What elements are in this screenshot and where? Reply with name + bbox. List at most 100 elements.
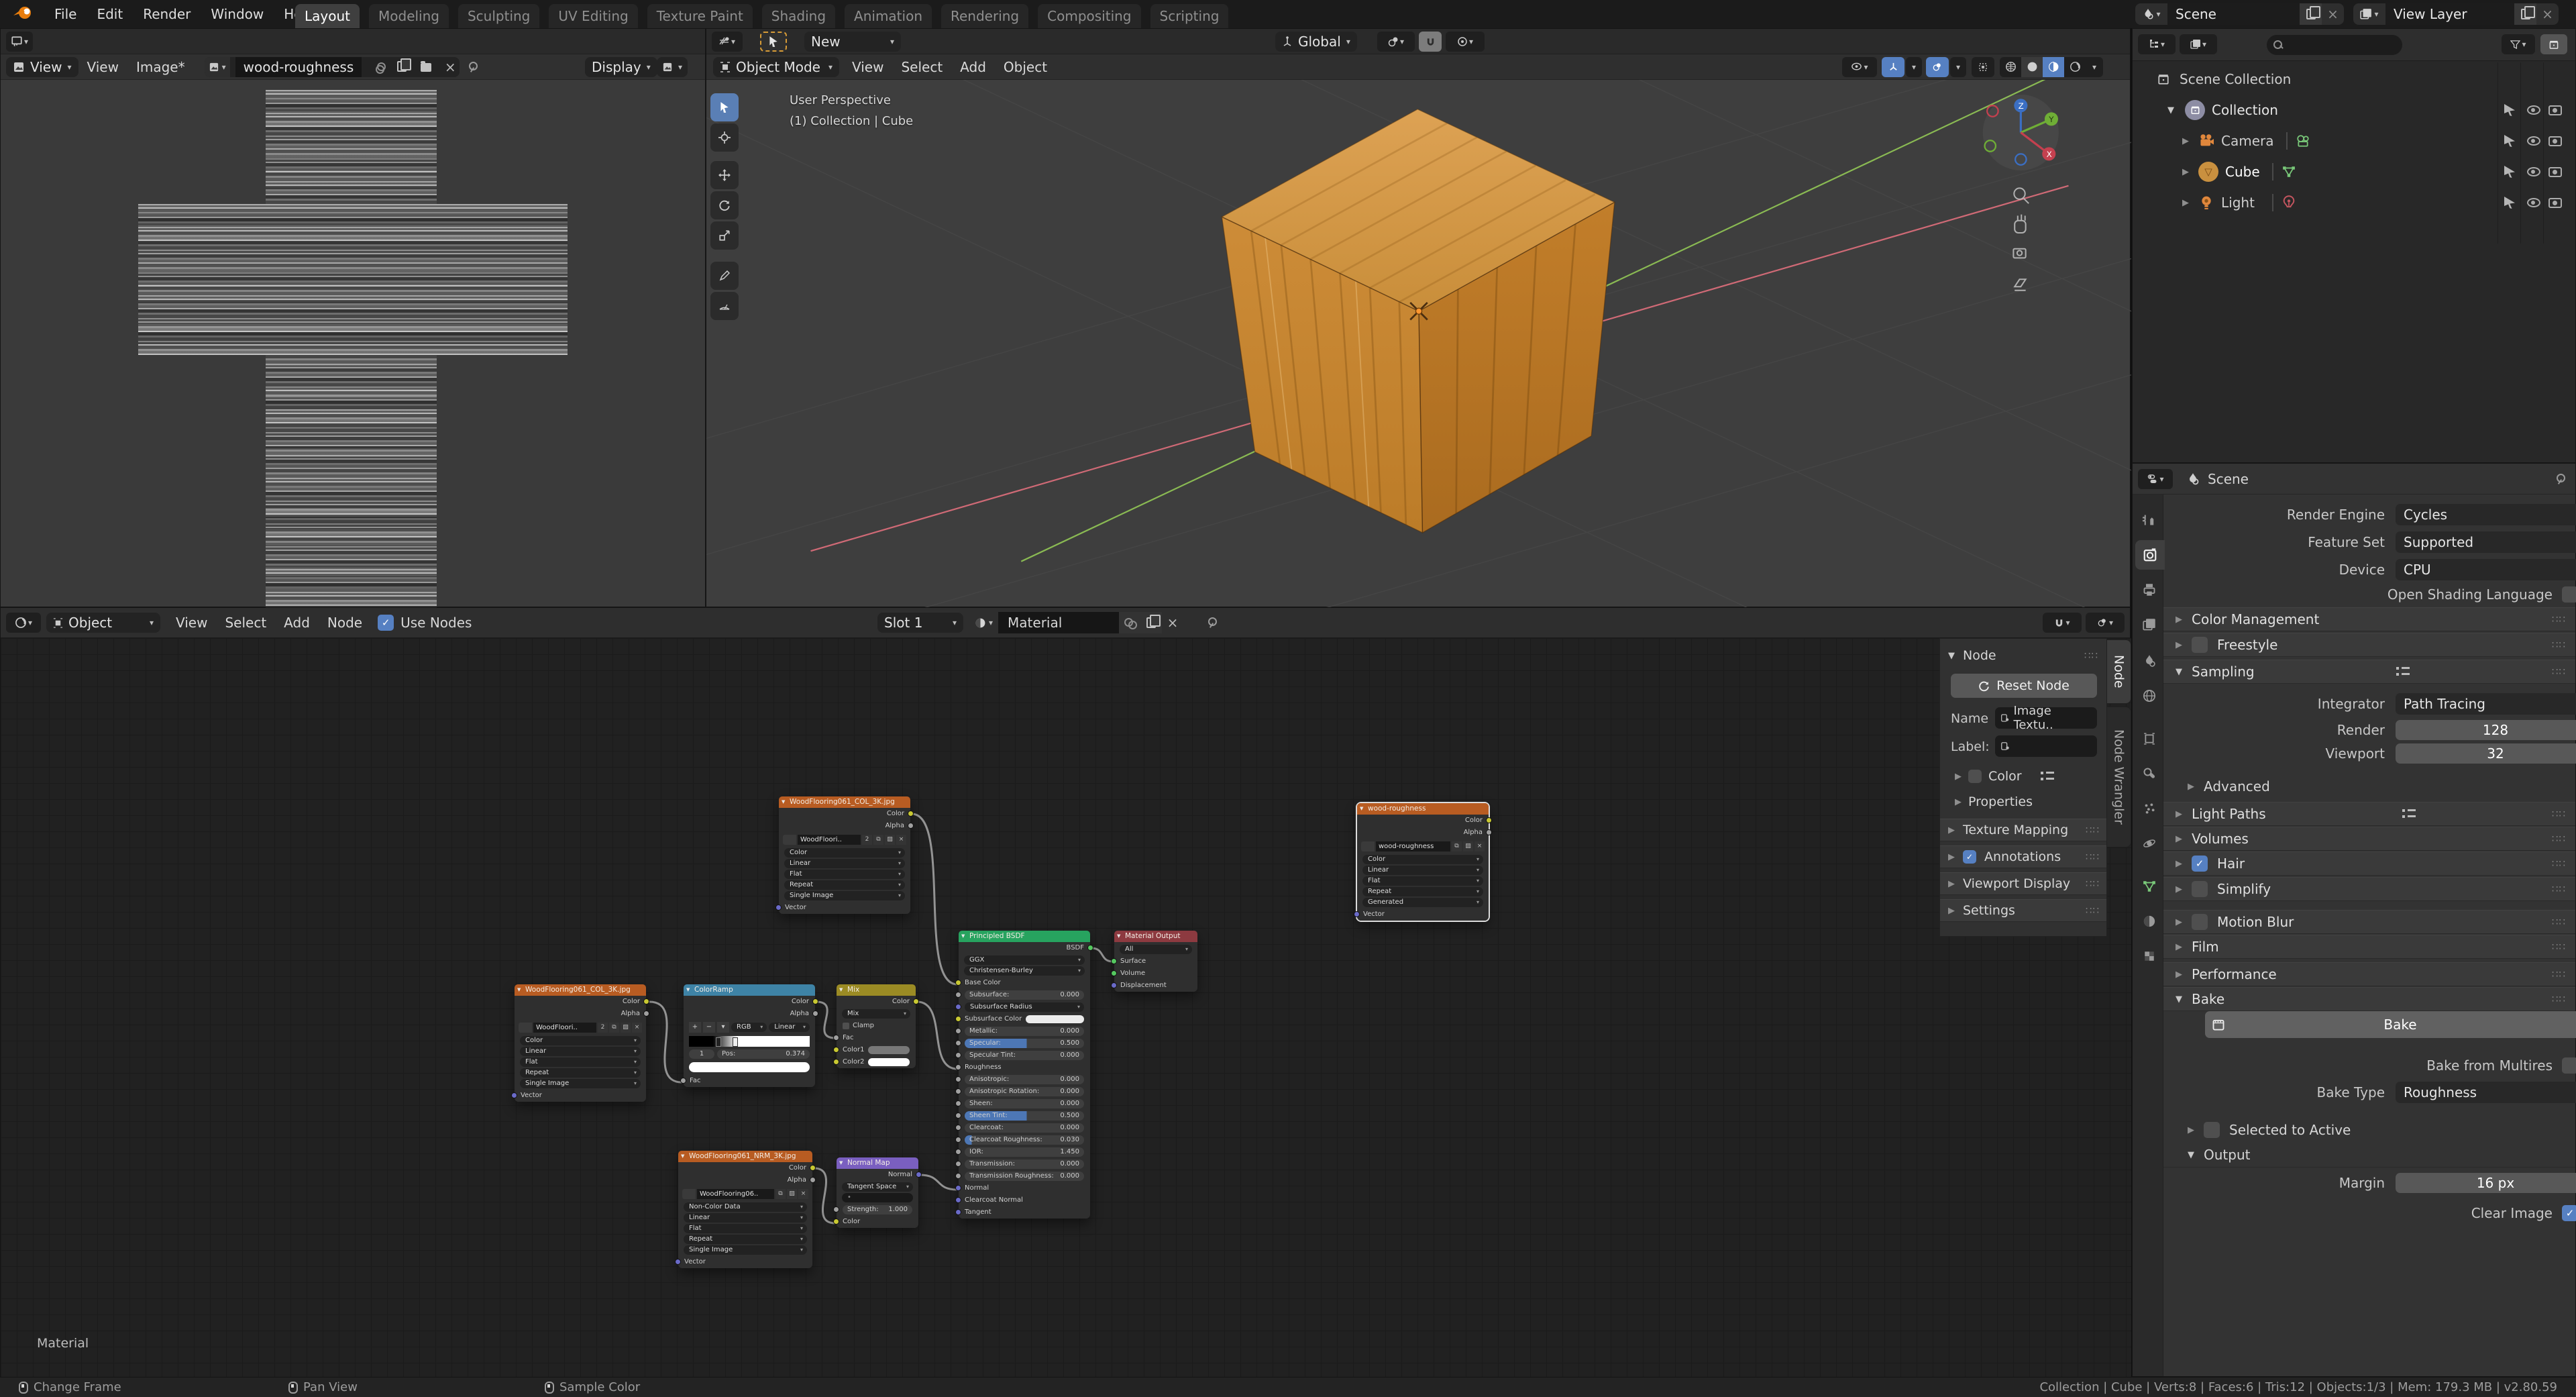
colorspace-dropdown[interactable]: Color: [1362, 855, 1483, 864]
editor-type-dropdown[interactable]: View▾: [6, 57, 78, 77]
active-tool-select-box[interactable]: [760, 32, 787, 52]
fac-input-socket[interactable]: [680, 1078, 686, 1084]
subsection-output[interactable]: ▼Output: [2163, 1145, 2575, 1165]
tab-modeling[interactable]: Modeling: [369, 4, 449, 28]
tab-particles[interactable]: [2135, 794, 2163, 823]
metallic-slider[interactable]: Metallic:0.000: [965, 1027, 1084, 1036]
strength-input-socket[interactable]: [833, 1206, 839, 1212]
volume-input-socket[interactable]: [1111, 970, 1117, 976]
copy-scene-button[interactable]: [2300, 3, 2322, 25]
projection-dropdown[interactable]: Flat: [520, 1057, 641, 1067]
view-layer-icon[interactable]: ▾: [2353, 3, 2385, 25]
node-name-field[interactable]: Image Textu..: [1995, 707, 2097, 729]
tab-view-layer[interactable]: [2135, 610, 2163, 639]
specular-socket[interactable]: [955, 1040, 961, 1046]
surface-input-socket[interactable]: [1111, 958, 1117, 964]
section-color-management[interactable]: ▶Color Management∷∷: [2163, 607, 2575, 631]
section-motion-blur[interactable]: ▶Motion Blur∷∷: [2163, 910, 2575, 934]
tool-scale[interactable]: [710, 221, 739, 250]
section-annotations[interactable]: ▶✓Annotations∷∷: [1940, 845, 2106, 868]
transform-orientation-dropdown[interactable]: Global▾: [1275, 32, 1357, 52]
disable-render-icon[interactable]: [2548, 198, 2562, 208]
node-normal-map[interactable]: Normal Map Normal Tangent Space • Streng…: [837, 1157, 918, 1228]
image-selector[interactable]: WoodFlooring06..⧉▨×: [678, 1186, 812, 1201]
tool-cursor[interactable]: [710, 123, 739, 152]
shader-type-dropdown[interactable]: Object▾: [46, 613, 160, 633]
tab-layout[interactable]: Layout: [295, 4, 360, 28]
presets-icon[interactable]: [2396, 666, 2410, 677]
clamp-checkbox[interactable]: [843, 1023, 849, 1029]
alpha-output-socket[interactable]: [643, 1011, 649, 1017]
blender-logo-icon[interactable]: [12, 4, 35, 25]
open-icon[interactable]: ▨: [885, 835, 895, 845]
hair-checkbox[interactable]: ✓: [2192, 856, 2208, 872]
render-samples-field[interactable]: 128: [2396, 720, 2576, 740]
image-selector[interactable]: WoodFloori..2⧉▨×: [515, 1020, 646, 1035]
shader-editor-type-icon[interactable]: ▾: [6, 613, 41, 633]
interpolation-dropdown[interactable]: Linear: [520, 1047, 641, 1056]
copy-material-icon[interactable]: [1140, 612, 1162, 633]
motion-blur-checkbox[interactable]: [2192, 914, 2208, 930]
tab-output[interactable]: [2135, 575, 2163, 605]
node-material-output[interactable]: Material Output All Surface Volume Displ…: [1114, 931, 1197, 992]
specular-slider[interactable]: Specular:0.500: [965, 1039, 1084, 1048]
projection-dropdown[interactable]: Flat: [784, 870, 905, 879]
node-colorramp[interactable]: ColorRamp Color Alpha + − ▾ RGB Linear 1…: [684, 984, 815, 1087]
node-panel-header[interactable]: ▼Node∷∷: [1940, 644, 2106, 667]
node-image-texture-nrm[interactable]: WoodFlooring061_NRM_3K.jpg Color Alpha W…: [678, 1151, 812, 1268]
section-sampling[interactable]: ▼Sampling∷∷: [2163, 660, 2575, 684]
bake-from-multires-checkbox[interactable]: [2562, 1057, 2576, 1074]
tab-scripting[interactable]: Scripting: [1150, 4, 1229, 28]
open-icon[interactable]: ▨: [1463, 841, 1473, 851]
menu-edit[interactable]: Edit: [87, 6, 133, 22]
device-dropdown[interactable]: CPU▾: [2396, 559, 2576, 580]
node-mix[interactable]: Mix Color Mix Clamp Fac Color1 Color2: [837, 984, 916, 1068]
unlink-image-icon[interactable]: [367, 59, 387, 75]
snap-magnet-toggle[interactable]: [1419, 32, 1442, 52]
tool-select-box[interactable]: [710, 93, 739, 121]
vector-input-socket[interactable]: [1354, 911, 1360, 917]
disable-render-icon[interactable]: [2548, 136, 2562, 146]
clearcoat-roughness-socket[interactable]: [955, 1137, 961, 1143]
target-dropdown[interactable]: All: [1120, 945, 1192, 954]
subsection-selected-to-active[interactable]: ▶Selected to Active: [2163, 1120, 2575, 1140]
collapse-icon[interactable]: ▼: [2167, 105, 2174, 115]
anisotropic-rotation-socket[interactable]: [955, 1088, 961, 1094]
section-light-paths[interactable]: ▶Light Paths∷∷: [2163, 802, 2575, 826]
color-output-socket[interactable]: [812, 998, 818, 1004]
interpolation-dropdown[interactable]: Linear: [684, 1213, 807, 1223]
shading-wireframe-icon[interactable]: [2000, 57, 2021, 77]
sss-method-dropdown[interactable]: Christensen-Burley: [964, 966, 1085, 976]
section-simplify[interactable]: ▶Simplify∷∷: [2163, 877, 2575, 901]
outliner-row-camera[interactable]: ▶ Camera: [2133, 125, 2575, 156]
subsurface-color-swatch[interactable]: [1026, 1015, 1084, 1023]
selected-to-active-checkbox[interactable]: [2204, 1122, 2220, 1138]
tab-shading[interactable]: Shading: [762, 4, 835, 28]
tab-modifiers[interactable]: [2135, 759, 2163, 788]
freestyle-checkbox[interactable]: [2192, 637, 2208, 653]
open-icon[interactable]: ▨: [621, 1023, 631, 1033]
alpha-output-socket[interactable]: [1486, 829, 1492, 835]
image-view-menu[interactable]: View: [78, 59, 127, 75]
interpolation-dropdown[interactable]: Linear: [784, 859, 905, 868]
users-count[interactable]: 2: [862, 835, 872, 845]
copy-icon[interactable]: ⧉: [873, 835, 883, 845]
color-ramp-gradient[interactable]: [689, 1036, 810, 1047]
colorspace-dropdown[interactable]: Non-Color Data: [684, 1202, 807, 1212]
extension-dropdown[interactable]: Repeat: [684, 1235, 807, 1244]
close-image-icon[interactable]: ×: [441, 59, 460, 75]
selectable-icon[interactable]: [2504, 197, 2515, 209]
uv-map-field[interactable]: •: [842, 1193, 913, 1202]
color-input-socket[interactable]: [833, 1219, 839, 1225]
outliner-row-collection[interactable]: ▼ Collection: [2133, 95, 2575, 125]
tab-scene[interactable]: [2135, 646, 2163, 676]
active-tool-button[interactable]: ▾: [6, 32, 33, 52]
image-name-field[interactable]: wood-roughness: [235, 57, 362, 77]
specular-tint-socket[interactable]: [955, 1052, 961, 1058]
tab-physics[interactable]: [2135, 829, 2163, 858]
color-output-socket[interactable]: [810, 1165, 816, 1171]
extension-dropdown[interactable]: Repeat: [784, 880, 905, 890]
bake-button[interactable]: Bake: [2205, 1011, 2576, 1038]
subsurface-slider[interactable]: Subsurface:0.000: [965, 990, 1084, 1000]
source-dropdown[interactable]: Generated: [1362, 898, 1483, 907]
